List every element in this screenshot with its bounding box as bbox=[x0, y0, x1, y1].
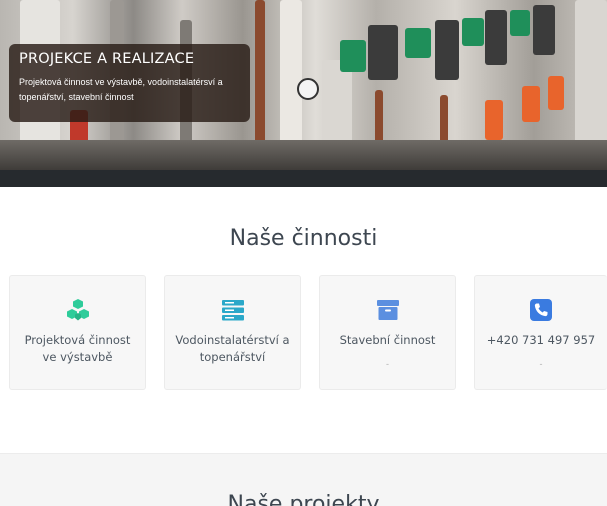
cubes-icon bbox=[66, 299, 89, 321]
hero-caption: PROJEKCE A REALIZACE Projektová činnost … bbox=[9, 44, 250, 122]
service-card-label: +420 731 497 957 bbox=[486, 333, 596, 347]
phone-icon bbox=[530, 299, 552, 321]
service-card-plumbing[interactable]: Vodoinstalatérství a topenářství bbox=[164, 275, 301, 390]
hero-banner: PROJEKCE A REALIZACE Projektová činnost … bbox=[0, 0, 607, 170]
hero-subtitle: Projektová činnost ve výstavbě, vodoinst… bbox=[19, 77, 223, 102]
service-card-label: Projektová činnost ve výstavbě bbox=[24, 333, 131, 364]
projects-heading: Naše projekty bbox=[227, 492, 380, 506]
service-card-projects[interactable]: Projektová činnost ve výstavbě bbox=[9, 275, 146, 390]
service-card-label: Vodoinstalatérství a topenářství bbox=[175, 333, 290, 364]
service-card-sub: - bbox=[386, 359, 389, 369]
server-icon bbox=[221, 300, 244, 321]
service-card-label: Stavební činnost bbox=[339, 333, 436, 347]
service-card-phone[interactable]: +420 731 497 957 - bbox=[474, 275, 607, 390]
hero-title: PROJEKCE A REALIZACE bbox=[19, 51, 195, 67]
archive-icon bbox=[376, 300, 399, 320]
services-heading: Naše činnosti bbox=[229, 226, 378, 251]
service-card-sub: - bbox=[539, 359, 543, 369]
service-card-construction[interactable]: Stavební činnost - bbox=[319, 275, 456, 390]
hero-bottom-band bbox=[0, 170, 607, 187]
